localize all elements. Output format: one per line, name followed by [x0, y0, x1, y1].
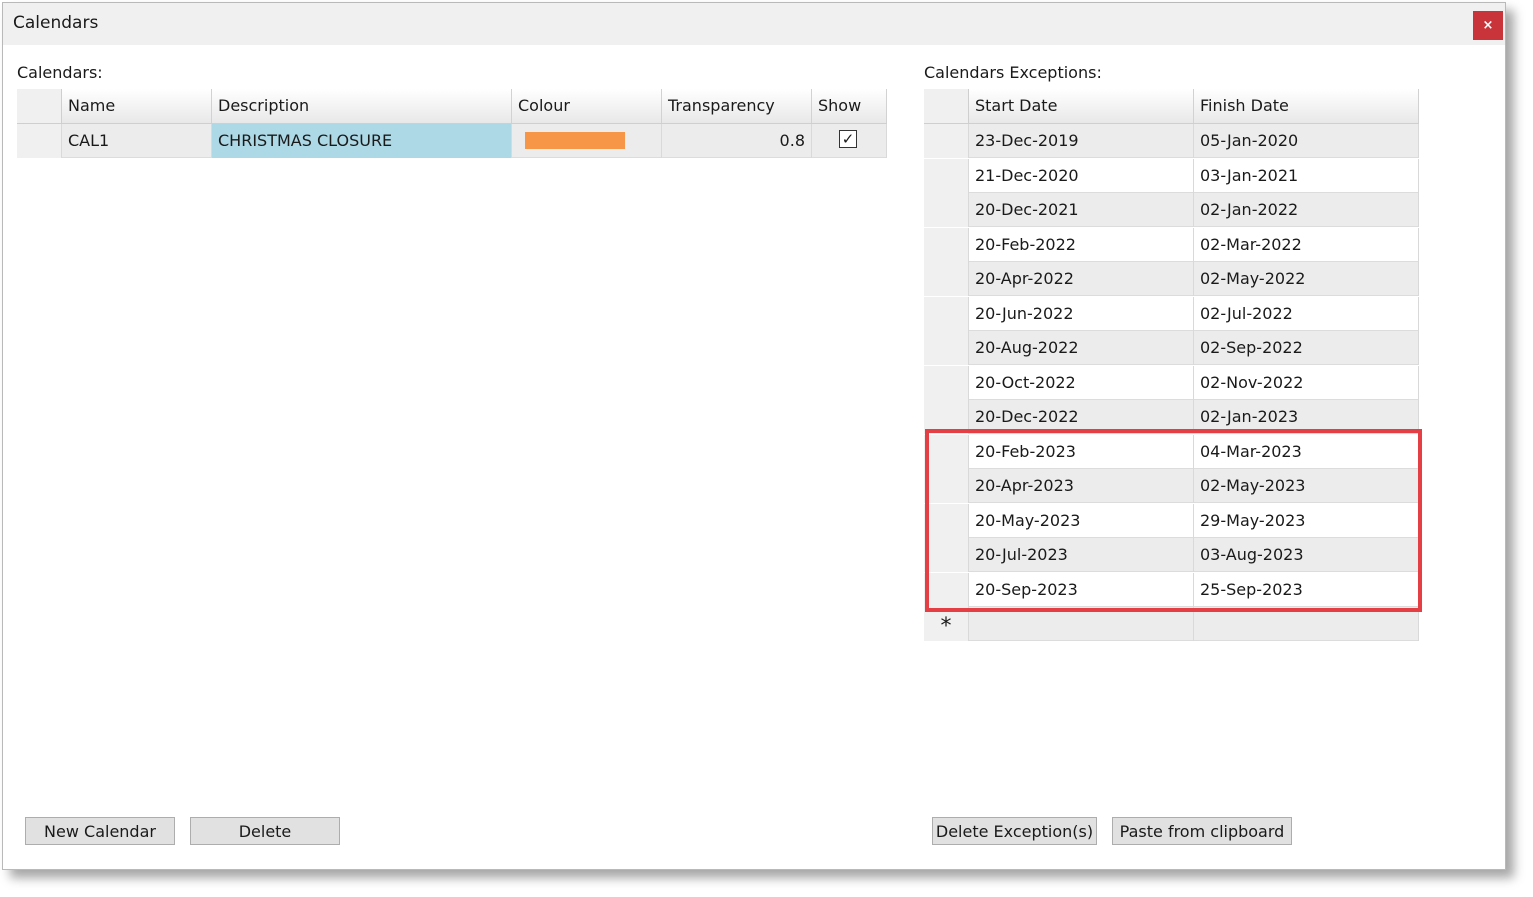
exception-row[interactable]: 20-Dec-2022 02-Jan-2023 — [924, 400, 1419, 434]
calendar-description-cell[interactable]: CHRISTMAS CLOSURE — [212, 124, 512, 158]
new-start-date-cell[interactable] — [969, 607, 1194, 641]
row-header[interactable] — [924, 296, 969, 331]
start-date-cell[interactable]: 20-Feb-2023 — [969, 434, 1194, 469]
calendar-transparency-cell[interactable]: 0.8 — [662, 124, 812, 158]
column-header-colour[interactable]: Colour — [512, 89, 662, 123]
start-date-cell[interactable]: 20-Jun-2022 — [969, 296, 1194, 331]
finish-date-cell[interactable]: 02-Jan-2022 — [1194, 193, 1419, 227]
exception-row[interactable]: 20-May-2023 29-May-2023 — [924, 503, 1419, 538]
exception-row[interactable]: 21-Dec-2020 03-Jan-2021 — [924, 158, 1419, 193]
exception-row[interactable]: 20-Feb-2022 02-Mar-2022 — [924, 227, 1419, 262]
new-row[interactable]: * — [924, 607, 1419, 641]
start-date-cell[interactable]: 21-Dec-2020 — [969, 158, 1194, 193]
row-header[interactable] — [924, 193, 969, 227]
close-icon: × — [1482, 18, 1494, 33]
column-header-name[interactable]: Name — [62, 89, 212, 123]
new-finish-date-cell[interactable] — [1194, 607, 1419, 641]
finish-date-cell[interactable]: 29-May-2023 — [1194, 503, 1419, 538]
start-date-cell[interactable]: 20-Dec-2021 — [969, 193, 1194, 227]
start-date-cell[interactable]: 20-Jul-2023 — [969, 538, 1194, 572]
delete-button[interactable]: Delete — [190, 817, 340, 845]
finish-date-cell[interactable]: 04-Mar-2023 — [1194, 434, 1419, 469]
checkmark-icon: ✓ — [841, 130, 855, 148]
start-date-cell[interactable]: 20-Apr-2023 — [969, 469, 1194, 503]
calendar-row[interactable]: CAL1 CHRISTMAS CLOSURE 0.8 ✓ — [17, 124, 887, 158]
close-button[interactable]: × — [1473, 11, 1503, 40]
row-header[interactable] — [924, 262, 969, 296]
row-header[interactable] — [924, 469, 969, 503]
colour-swatch[interactable] — [525, 132, 625, 149]
row-header[interactable] — [924, 572, 969, 607]
finish-date-cell[interactable]: 03-Jan-2021 — [1194, 158, 1419, 193]
finish-date-cell[interactable]: 02-Nov-2022 — [1194, 365, 1419, 400]
finish-date-cell[interactable]: 02-Jul-2022 — [1194, 296, 1419, 331]
row-header[interactable] — [17, 124, 62, 158]
start-date-cell[interactable]: 20-Apr-2022 — [969, 262, 1194, 296]
exception-row[interactable]: 20-Jun-2022 02-Jul-2022 — [924, 296, 1419, 331]
column-header-start-date[interactable]: Start Date — [969, 89, 1194, 123]
row-header[interactable] — [924, 158, 969, 193]
exception-row[interactable]: 20-Dec-2021 02-Jan-2022 — [924, 193, 1419, 227]
delete-exceptions-button[interactable]: Delete Exception(s) — [932, 817, 1097, 845]
exception-row[interactable]: 20-Apr-2022 02-May-2022 — [924, 262, 1419, 296]
start-date-cell[interactable]: 20-Aug-2022 — [969, 331, 1194, 365]
column-header-show[interactable]: Show — [812, 89, 887, 123]
start-date-cell[interactable]: 20-May-2023 — [969, 503, 1194, 538]
calendar-colour-cell[interactable] — [512, 124, 662, 158]
row-header[interactable] — [924, 331, 969, 365]
title-bar: Calendars × — [3, 3, 1505, 45]
new-calendar-button[interactable]: New Calendar — [25, 817, 175, 845]
exception-row[interactable]: 20-Oct-2022 02-Nov-2022 — [924, 365, 1419, 400]
finish-date-cell[interactable]: 25-Sep-2023 — [1194, 572, 1419, 607]
finish-date-cell[interactable]: 05-Jan-2020 — [1194, 124, 1419, 158]
exception-row[interactable]: 20-Feb-2023 04-Mar-2023 — [924, 434, 1419, 469]
calendars-label: Calendars: — [17, 63, 103, 82]
start-date-cell[interactable]: 20-Oct-2022 — [969, 365, 1194, 400]
finish-date-cell[interactable]: 02-Mar-2022 — [1194, 227, 1419, 262]
start-date-cell[interactable]: 20-Sep-2023 — [969, 572, 1194, 607]
row-header-corner — [17, 89, 62, 123]
row-header[interactable] — [924, 503, 969, 538]
finish-date-cell[interactable]: 02-May-2023 — [1194, 469, 1419, 503]
exceptions-label: Calendars Exceptions: — [924, 63, 1102, 82]
row-header[interactable] — [924, 227, 969, 262]
paste-from-clipboard-button[interactable]: Paste from clipboard — [1112, 817, 1292, 845]
exception-row[interactable]: 20-Sep-2023 25-Sep-2023 — [924, 572, 1419, 607]
start-date-cell[interactable]: 23-Dec-2019 — [969, 124, 1194, 158]
row-header[interactable] — [924, 434, 969, 469]
calendar-show-cell[interactable]: ✓ — [812, 124, 887, 158]
exception-row[interactable]: 20-Aug-2022 02-Sep-2022 — [924, 331, 1419, 365]
column-header-finish-date[interactable]: Finish Date — [1194, 89, 1419, 123]
row-header[interactable] — [924, 400, 969, 434]
start-date-cell[interactable]: 20-Feb-2022 — [969, 227, 1194, 262]
calendar-name-cell[interactable]: CAL1 — [62, 124, 212, 158]
new-row-marker[interactable]: * — [924, 607, 969, 641]
show-checkbox[interactable]: ✓ — [839, 130, 857, 148]
exceptions-grid-header: Start Date Finish Date — [924, 89, 1419, 124]
finish-date-cell[interactable]: 02-May-2022 — [1194, 262, 1419, 296]
finish-date-cell[interactable]: 02-Sep-2022 — [1194, 331, 1419, 365]
row-header-corner — [924, 89, 969, 123]
row-header[interactable] — [924, 538, 969, 572]
finish-date-cell[interactable]: 02-Jan-2023 — [1194, 400, 1419, 434]
exception-row[interactable]: 23-Dec-2019 05-Jan-2020 — [924, 124, 1419, 158]
column-header-description[interactable]: Description — [212, 89, 512, 123]
window-title: Calendars — [13, 13, 99, 33]
exception-row[interactable]: 20-Apr-2023 02-May-2023 — [924, 469, 1419, 503]
finish-date-cell[interactable]: 03-Aug-2023 — [1194, 538, 1419, 572]
start-date-cell[interactable]: 20-Dec-2022 — [969, 400, 1194, 434]
row-header[interactable] — [924, 124, 969, 158]
calendars-grid-header: Name Description Colour Transparency Sho… — [17, 89, 887, 124]
column-header-transparency[interactable]: Transparency — [662, 89, 812, 123]
row-header[interactable] — [924, 365, 969, 400]
exception-row[interactable]: 20-Jul-2023 03-Aug-2023 — [924, 538, 1419, 572]
